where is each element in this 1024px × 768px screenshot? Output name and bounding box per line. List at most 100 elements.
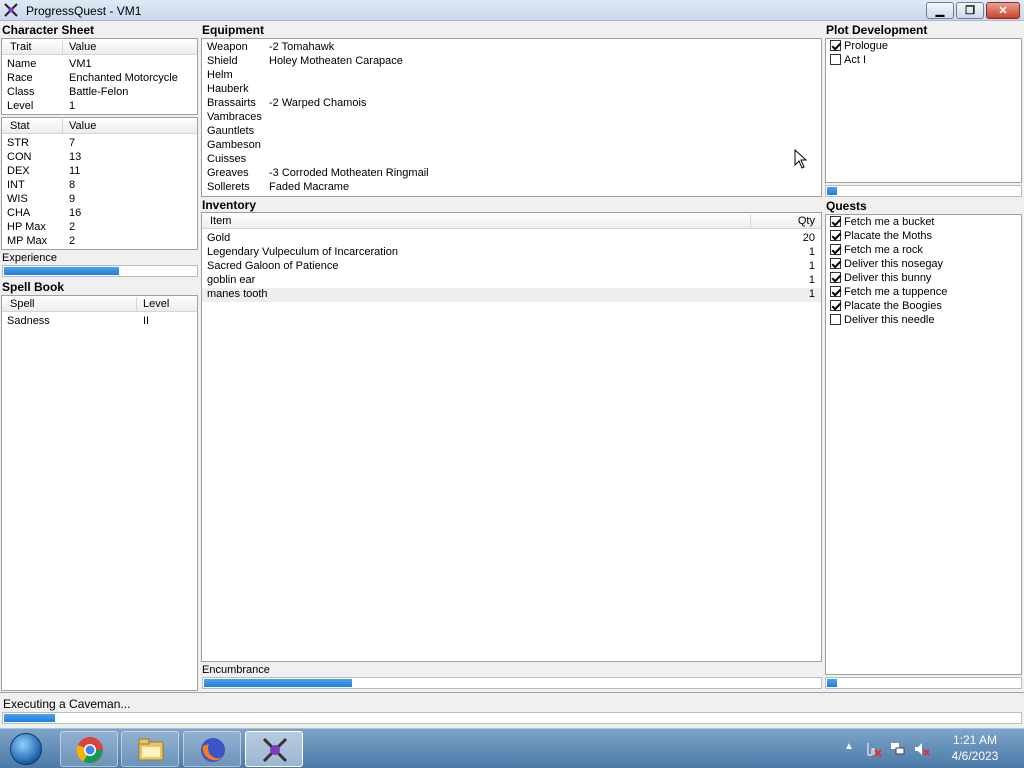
quest-item-fetch-me-a-tuppence[interactable]: Fetch me a tuppence — [826, 286, 1021, 300]
equipment-row-sollerets[interactable]: Sollerets Faded Macrame — [202, 181, 821, 195]
stat-value-column-header[interactable]: Value — [69, 120, 96, 132]
show-hidden-icons-icon[interactable]: ▲ — [844, 741, 860, 757]
quest-label: Fetch me a bucket — [844, 216, 935, 228]
checked-checkbox-icon[interactable] — [830, 244, 841, 255]
checked-checkbox-icon[interactable] — [830, 230, 841, 241]
spell-row[interactable]: Sadness II — [2, 315, 197, 329]
volume-muted-icon[interactable] — [914, 741, 930, 757]
trait-row-level[interactable]: Level 1 — [2, 100, 197, 114]
equipment-row-greaves[interactable]: Greaves -3 Corroded Motheaten Ringmail — [202, 167, 821, 181]
level-column-header[interactable]: Level — [143, 298, 169, 310]
trait-column-header[interactable]: Trait — [10, 41, 32, 53]
minimize-button[interactable]: ▁ — [926, 2, 954, 19]
unchecked-checkbox-icon[interactable] — [830, 314, 841, 325]
taskbar-progressquest[interactable] — [245, 731, 303, 767]
equipment-list[interactable]: Weapon -2 Tomahawk Shield Holey Motheaten C… — [201, 38, 822, 197]
equipment-slot: Weapon — [207, 41, 248, 53]
start-button[interactable] — [4, 731, 48, 767]
trait-row-name[interactable]: Name VM1 — [2, 58, 197, 72]
stat-row-cha[interactable]: CHA 16 — [2, 207, 197, 221]
stat-row-wis[interactable]: WIS 9 — [2, 193, 197, 207]
encumbrance-bar-fill — [204, 679, 352, 687]
spell-column-header[interactable]: Spell — [10, 298, 34, 310]
trait-value: Battle-Felon — [69, 86, 129, 98]
stat-row-dex[interactable]: DEX 11 — [2, 165, 197, 179]
trait-row-race[interactable]: Race Enchanted Motorcycle — [2, 72, 197, 86]
clock[interactable]: 1:21 AM 4/6/2023 — [940, 732, 1010, 764]
inventory-row[interactable]: Legendary Vulpeculum of Incarceration 1 — [202, 246, 821, 260]
quest-item-deliver-this-needle[interactable]: Deliver this needle — [826, 314, 1021, 328]
inventory-item-qty: 1 — [808, 260, 815, 272]
stat-row-str[interactable]: STR 7 — [2, 137, 197, 151]
quest-item-fetch-me-a-bucket[interactable]: Fetch me a bucket — [826, 216, 1021, 230]
checked-checkbox-icon[interactable] — [830, 286, 841, 297]
inventory-row[interactable]: manes tooth 1 — [202, 288, 821, 302]
equipment-row-shield[interactable]: Shield Holey Motheaten Carapace — [202, 55, 821, 69]
quest-item-placate-the-boogies[interactable]: Placate the Boogies — [826, 300, 1021, 314]
window-title: ProgressQuest - VM1 — [26, 4, 142, 18]
checked-checkbox-icon[interactable] — [830, 300, 841, 311]
qty-column-header[interactable]: Qty — [798, 215, 815, 227]
equipment-row-weapon[interactable]: Weapon -2 Tomahawk — [202, 41, 821, 55]
stat-value: 8 — [69, 179, 76, 191]
stats-header[interactable]: Stat Value — [2, 118, 197, 134]
quest-label: Deliver this bunny — [844, 272, 932, 284]
unchecked-checkbox-icon[interactable] — [830, 54, 841, 65]
quest-item-fetch-me-a-rock[interactable]: Fetch me a rock — [826, 244, 1021, 258]
equipment-slot: Sollerets — [207, 181, 250, 193]
close-button[interactable]: ✕ — [986, 2, 1020, 19]
equipment-row-brassairts[interactable]: Brassairts -2 Warped Chamois — [202, 97, 821, 111]
stats-table[interactable]: Stat Value STR 7 CON 13 DEX 11 INT 8 WIS 9 CHA 16 HP… — [1, 117, 198, 250]
checked-checkbox-icon[interactable] — [830, 258, 841, 269]
quest-item-deliver-this-nosegay[interactable]: Deliver this nosegay — [826, 258, 1021, 272]
stat-column-header[interactable]: Stat — [10, 120, 30, 132]
quests-list[interactable]: Fetch me a bucket Placate the Moths Fetch … — [825, 214, 1022, 675]
plot-progress-bar — [825, 185, 1022, 197]
equipment-row-gambeson[interactable]: Gambeson — [202, 139, 821, 153]
stat-row-int[interactable]: INT 8 — [2, 179, 197, 193]
action-center-icon[interactable] — [866, 741, 882, 757]
spell-book-header[interactable]: Spell Level — [2, 296, 197, 312]
equipment-slot: Hauberk — [207, 83, 249, 95]
plot-item-prologue[interactable]: Prologue — [826, 40, 1021, 54]
quest-item-deliver-this-bunny[interactable]: Deliver this bunny — [826, 272, 1021, 286]
inventory-row[interactable]: goblin ear 1 — [202, 274, 821, 288]
equipment-row-gauntlets[interactable]: Gauntlets — [202, 125, 821, 139]
equipment-row-cuisses[interactable]: Cuisses — [202, 153, 821, 167]
trait-row-class[interactable]: Class Battle-Felon — [2, 86, 197, 100]
plot-list[interactable]: Prologue Act I — [825, 38, 1022, 183]
checked-checkbox-icon[interactable] — [830, 216, 841, 227]
trait-value: VM1 — [69, 58, 92, 70]
taskbar-explorer[interactable] — [121, 731, 179, 767]
equipment-row-hauberk[interactable]: Hauberk — [202, 83, 821, 97]
checked-checkbox-icon[interactable] — [830, 40, 841, 51]
plot-item-act-i[interactable]: Act I — [826, 54, 1021, 68]
status-bar: Executing a Caveman... — [0, 692, 1024, 728]
stat-row-hp-max[interactable]: HP Max 2 — [2, 221, 197, 235]
inventory-row[interactable]: Sacred Galoon of Patience 1 — [202, 260, 821, 274]
inventory-row[interactable]: Gold 20 — [202, 232, 821, 246]
maximize-button[interactable]: ❐ — [956, 2, 984, 19]
inventory-table[interactable]: Item Qty Gold 20 Legendary Vulpeculum of I… — [201, 212, 822, 662]
stat-value: 11 — [69, 165, 81, 177]
stat-row-con[interactable]: CON 13 — [2, 151, 197, 165]
equipment-row-vambraces[interactable]: Vambraces — [202, 111, 821, 125]
spell-book-table[interactable]: Spell Level Sadness II — [1, 295, 198, 691]
equipment-item: -2 Warped Chamois — [269, 97, 367, 109]
value-column-header[interactable]: Value — [69, 41, 96, 53]
title-bar[interactable]: ProgressQuest - VM1 ▁ ❐ ✕ — [0, 0, 1024, 21]
stat-row-mp-max[interactable]: MP Max 2 — [2, 235, 197, 249]
system-tray: ▲ — [840, 737, 940, 761]
quest-item-placate-the-moths[interactable]: Placate the Moths — [826, 230, 1021, 244]
stat-label: STR — [7, 137, 29, 149]
network-icon[interactable] — [890, 741, 906, 757]
traits-header[interactable]: Trait Value — [2, 39, 197, 55]
traits-table[interactable]: Trait Value Name VM1 Race Enchanted Motorcy… — [1, 38, 198, 115]
taskbar-chrome[interactable] — [60, 731, 118, 767]
checked-checkbox-icon[interactable] — [830, 272, 841, 283]
equipment-item: -2 Tomahawk — [269, 41, 335, 53]
item-column-header[interactable]: Item — [210, 215, 231, 227]
taskbar-firefox[interactable] — [183, 731, 241, 767]
inventory-header[interactable]: Item Qty — [202, 213, 821, 229]
equipment-row-helm[interactable]: Helm — [202, 69, 821, 83]
